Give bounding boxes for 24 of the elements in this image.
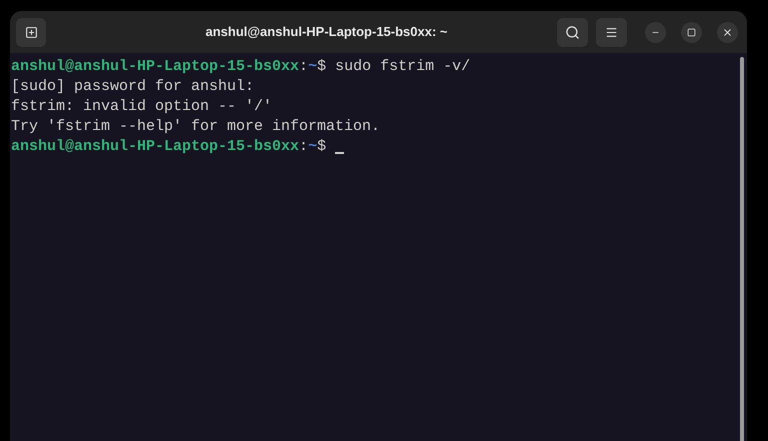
output-line: fstrim: invalid option -- '/' (11, 97, 274, 117)
prompt-symbol: $ (317, 136, 326, 157)
prompt-separator: : (299, 56, 308, 77)
search-icon (565, 24, 580, 40)
search-button[interactable] (557, 18, 588, 46)
window-title: anshul@anshul-HP-Laptop-15-bs0xx: ~ (205, 23, 448, 42)
prompt-path: ~ (308, 56, 318, 77)
menu-icon (605, 26, 618, 38)
new-tab-icon (24, 26, 38, 38)
prompt-path: ~ (308, 136, 318, 157)
menu-button[interactable] (596, 18, 627, 46)
maximize-button[interactable] (681, 22, 702, 42)
command-text: sudo fstrim -v/ (335, 56, 470, 77)
prompt-user-host: anshul@anshul-HP-Laptop-15-bs0xx (11, 56, 300, 77)
close-icon (722, 26, 733, 38)
output-line: [sudo] password for anshul: (11, 77, 256, 97)
prompt-symbol: $ (317, 56, 326, 77)
new-tab-button[interactable] (16, 18, 46, 46)
scrollbar[interactable] (740, 57, 744, 441)
close-button[interactable] (717, 22, 738, 42)
prompt-user-host: anshul@anshul-HP-Laptop-15-bs0xx (11, 136, 300, 157)
prompt-separator: : (299, 136, 308, 157)
output-line: Try 'fstrim --help' for more information. (11, 117, 382, 137)
maximize-icon (687, 28, 696, 36)
